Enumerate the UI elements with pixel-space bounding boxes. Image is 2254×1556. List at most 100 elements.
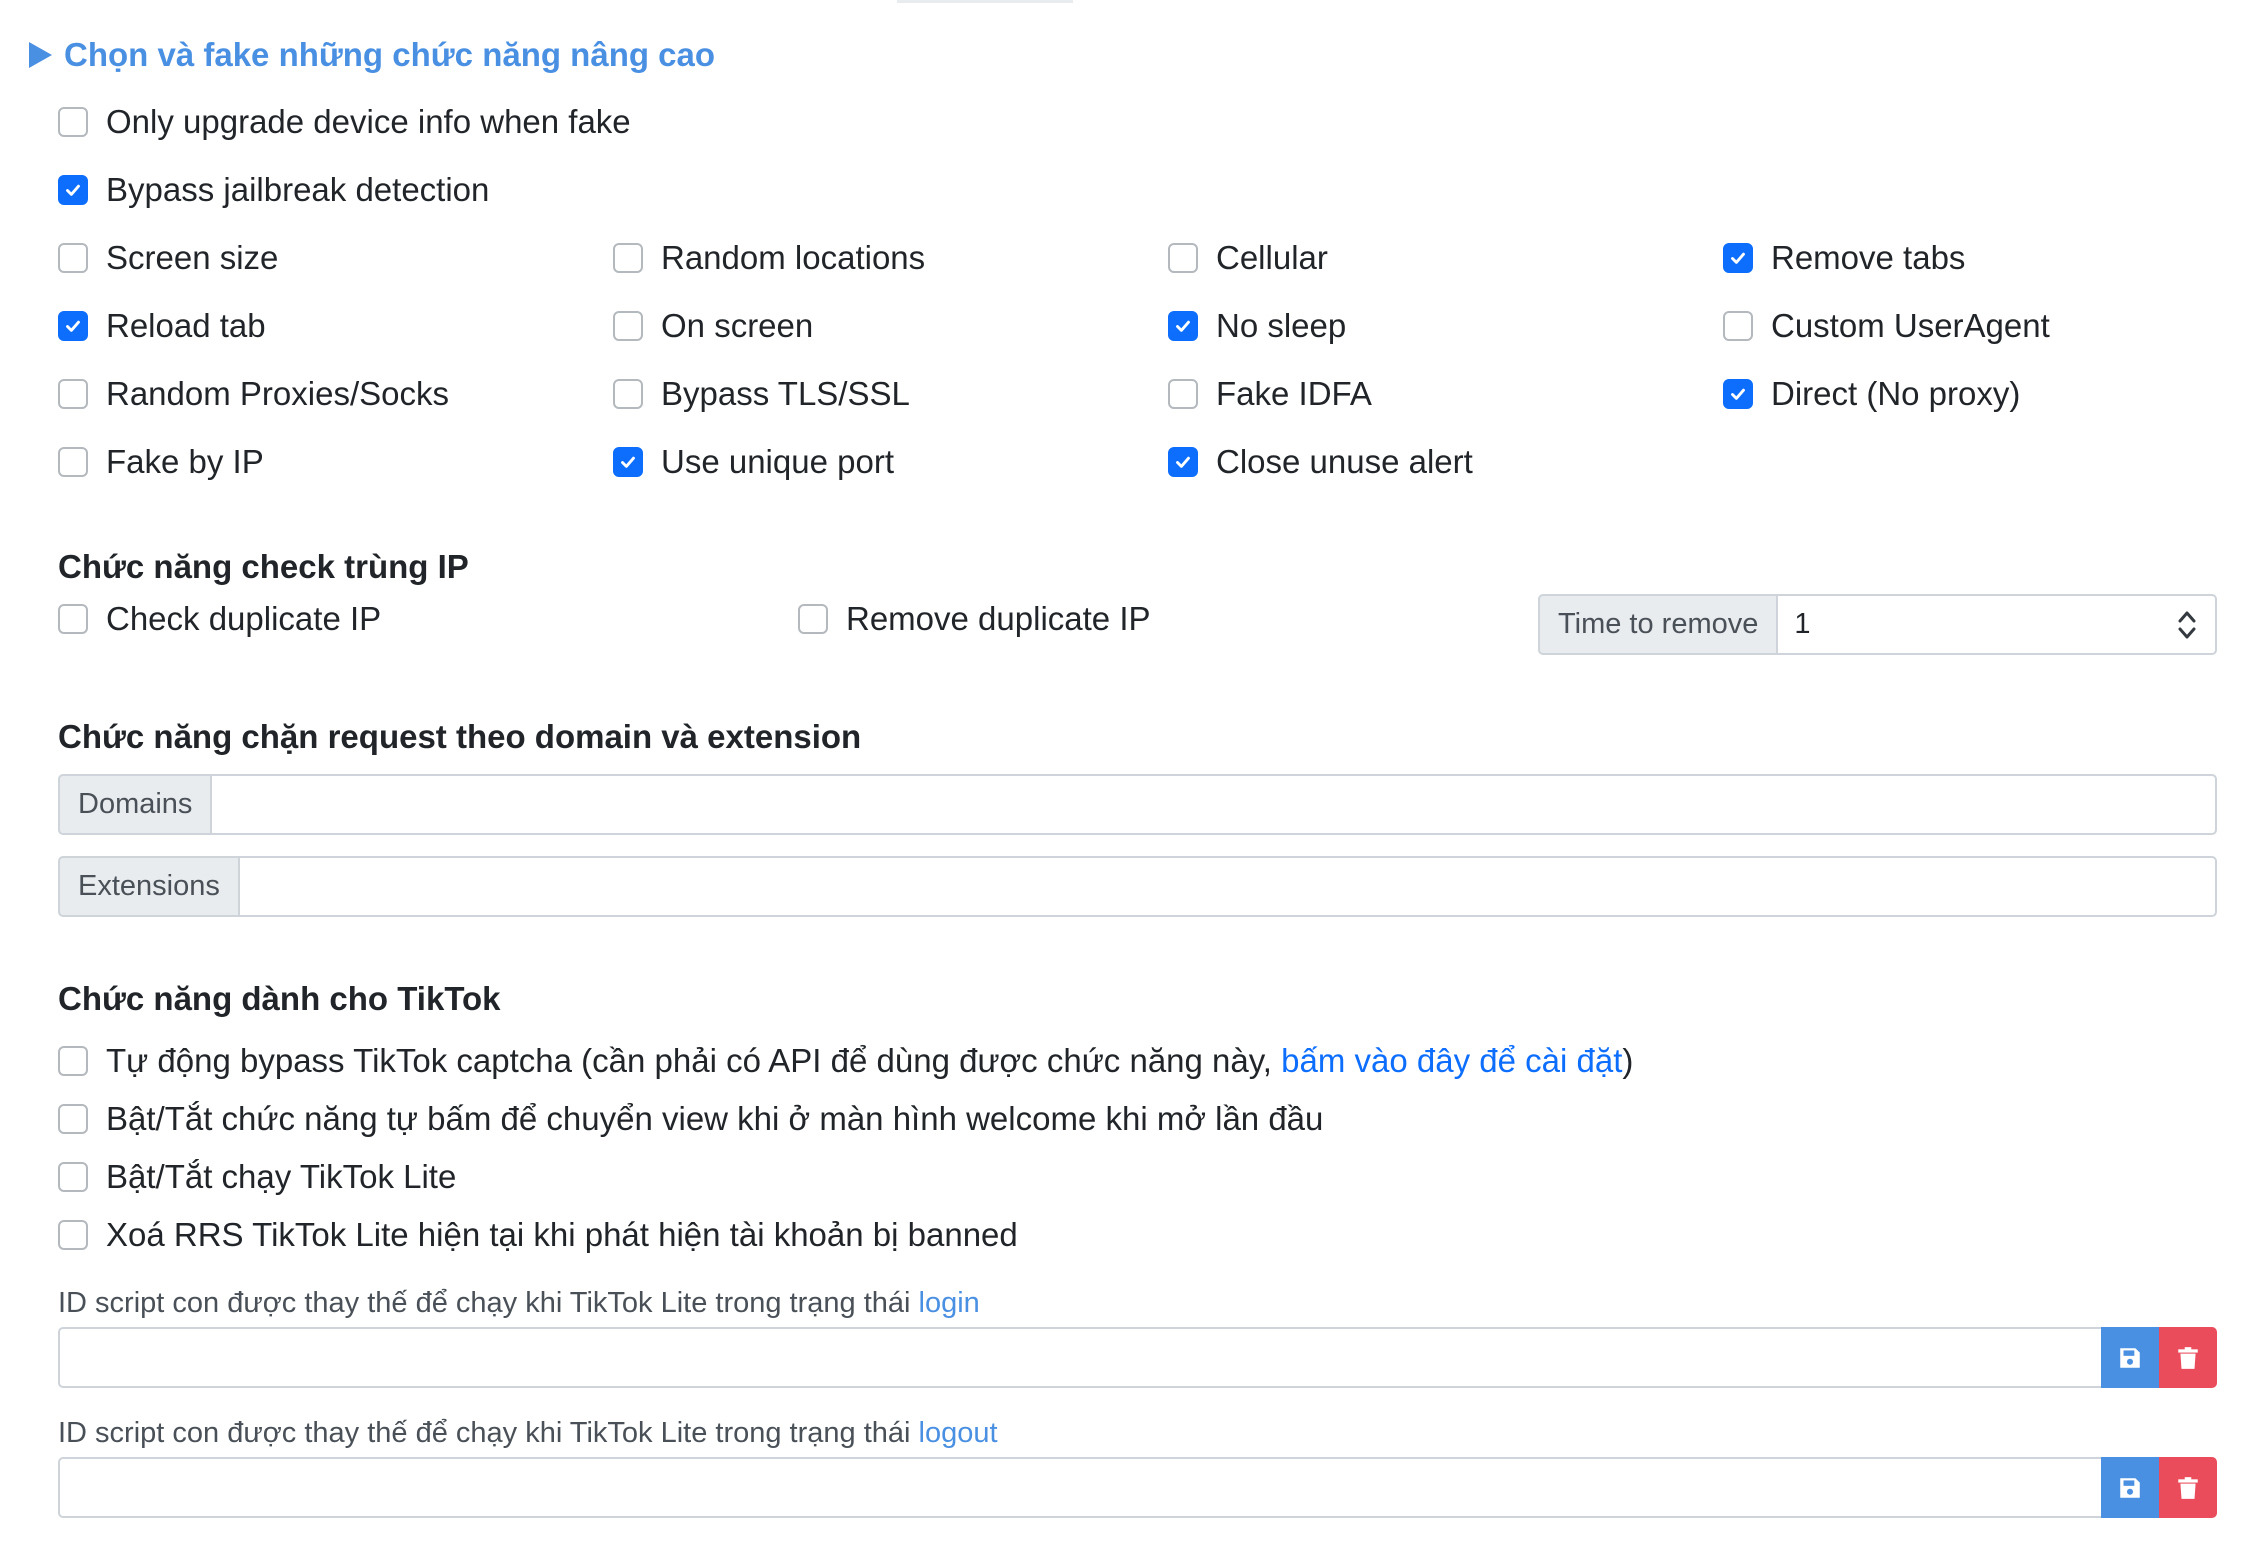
domains-group: Domains	[58, 774, 2217, 835]
check-duplicate-ip[interactable]: Check duplicate IP	[58, 594, 381, 644]
option-label: No sleep	[1216, 307, 1347, 344]
domains-input[interactable]	[210, 774, 2217, 835]
captcha-text: Tự động bypass TikTok captcha (cần phải …	[106, 1042, 1282, 1079]
top-tab-indicator	[897, 0, 1073, 3]
option-only-upgrade-device-info[interactable]: Only upgrade device info when fake	[58, 97, 631, 147]
tiktok-welcome-toggle[interactable]: Bật/Tắt chức năng tự bấm để chuyển view …	[58, 1094, 1323, 1144]
login-script-label: ID script con được thay thế để chạy khi …	[58, 1287, 980, 1320]
floppy-disk-icon	[2120, 1347, 2140, 1368]
option-label: Bật/Tắt chạy TikTok Lite	[106, 1158, 457, 1195]
option-on-screen[interactable]: On screen	[613, 301, 813, 351]
tiktok-delete-rrs[interactable]: Xoá RRS TikTok Lite hiện tại khi phát hi…	[58, 1210, 1018, 1260]
login-delete-button[interactable]	[2159, 1327, 2217, 1388]
option-cellular[interactable]: Cellular	[1168, 233, 1328, 283]
checkbox[interactable]	[58, 311, 88, 341]
checkbox[interactable]	[58, 447, 88, 477]
option-bypass-jailbreak[interactable]: Bypass jailbreak detection	[58, 165, 489, 215]
logout-word: logout	[918, 1417, 998, 1449]
option-label: Bật/Tắt chức năng tự bấm để chuyển view …	[106, 1100, 1324, 1137]
logout-script-group	[58, 1457, 2217, 1518]
option-label: Bypass TLS/SSL	[661, 375, 910, 412]
extensions-label: Extensions	[58, 856, 238, 917]
domains-label: Domains	[58, 774, 211, 835]
option-remove-tabs[interactable]: Remove tabs	[1723, 233, 1965, 283]
checkbox[interactable]	[58, 379, 88, 409]
logout-delete-button[interactable]	[2159, 1457, 2217, 1518]
checkbox[interactable]	[1168, 379, 1198, 409]
option-fake-by-ip[interactable]: Fake by IP	[58, 437, 264, 487]
checkbox[interactable]	[1168, 447, 1198, 477]
option-no-sleep[interactable]: No sleep	[1168, 301, 1346, 351]
tiktok-lite-toggle[interactable]: Bật/Tắt chạy TikTok Lite	[58, 1152, 456, 1202]
option-screen-size[interactable]: Screen size	[58, 233, 278, 283]
floppy-disk-icon	[2120, 1477, 2140, 1498]
option-random-proxies[interactable]: Random Proxies/Socks	[58, 369, 449, 419]
checkbox[interactable]	[58, 1220, 88, 1250]
checkbox[interactable]	[58, 1162, 88, 1192]
option-custom-useragent[interactable]: Custom UserAgent	[1723, 301, 2050, 351]
option-label: Fake IDFA	[1216, 375, 1372, 412]
option-label: Screen size	[106, 239, 279, 276]
logout-save-button[interactable]	[2101, 1457, 2159, 1518]
checkbox[interactable]	[58, 1104, 88, 1134]
checkbox[interactable]	[58, 107, 88, 137]
time-to-remove-value: 1	[1794, 608, 1811, 640]
option-label: On screen	[661, 307, 814, 344]
checkbox[interactable]	[58, 1046, 88, 1076]
up-down-chevron-icon[interactable]	[2177, 608, 2197, 642]
login-script-text: ID script con được thay thế để chạy khi …	[58, 1287, 919, 1319]
extensions-input[interactable]	[237, 856, 2217, 917]
login-save-button[interactable]	[2101, 1327, 2159, 1388]
option-random-locations[interactable]: Random locations	[613, 233, 925, 283]
option-label: Tự động bypass TikTok captcha (cần phải …	[106, 1042, 1633, 1080]
time-to-remove-input[interactable]: 1	[1776, 594, 2217, 655]
option-bypass-tls[interactable]: Bypass TLS/SSL	[613, 369, 910, 419]
option-label: Direct (No proxy)	[1771, 375, 2021, 412]
option-label: Random locations	[661, 239, 926, 276]
triangle-right-icon	[29, 42, 52, 68]
login-script-input[interactable]	[58, 1327, 2101, 1388]
checkbox[interactable]	[1723, 379, 1753, 409]
check-icon	[66, 184, 80, 196]
logout-script-input[interactable]	[58, 1457, 2101, 1518]
option-fake-idfa[interactable]: Fake IDFA	[1168, 369, 1372, 419]
option-close-unuse-alert[interactable]: Close unuse alert	[1168, 437, 1473, 487]
trash-icon	[2178, 1476, 2198, 1499]
check-icon	[1176, 320, 1190, 332]
logout-script-label: ID script con được thay thế để chạy khi …	[58, 1417, 998, 1450]
advanced-fake-section-toggle[interactable]: Chọn và fake những chức năng nâng cao	[29, 30, 715, 80]
check-icon	[66, 320, 80, 332]
option-label: Cellular	[1216, 239, 1328, 276]
checkbox[interactable]	[613, 379, 643, 409]
checkbox[interactable]	[1168, 311, 1198, 341]
check-icon	[621, 456, 635, 468]
login-script-group	[58, 1327, 2217, 1388]
remove-duplicate-ip[interactable]: Remove duplicate IP	[798, 594, 1151, 644]
checkbox[interactable]	[613, 311, 643, 341]
checkbox[interactable]	[58, 243, 88, 273]
time-to-remove-label: Time to remove	[1538, 594, 1777, 655]
captcha-setup-link[interactable]: bấm vào đây để cài đặt	[1281, 1042, 1622, 1079]
check-icon	[1731, 252, 1745, 264]
option-reload-tab[interactable]: Reload tab	[58, 301, 266, 351]
option-label: Use unique port	[661, 443, 894, 480]
checkbox[interactable]	[1723, 311, 1753, 341]
tiktok-heading: Chức năng dành cho TikTok	[58, 980, 501, 1017]
extensions-group: Extensions	[58, 856, 2217, 917]
duplicate-ip-heading: Chức năng check trùng IP	[58, 548, 469, 585]
option-use-unique-port[interactable]: Use unique port	[613, 437, 894, 487]
time-to-remove-group: Time to remove 1	[1538, 594, 2217, 655]
option-label: Only upgrade device info when fake	[106, 103, 631, 140]
option-direct-no-proxy[interactable]: Direct (No proxy)	[1723, 369, 2020, 419]
captcha-suffix: )	[1622, 1042, 1634, 1079]
checkbox[interactable]	[798, 604, 828, 634]
option-label: Close unuse alert	[1216, 443, 1473, 480]
checkbox[interactable]	[1168, 243, 1198, 273]
checkbox[interactable]	[58, 175, 88, 205]
tiktok-auto-captcha[interactable]: Tự động bypass TikTok captcha (cần phải …	[58, 1036, 1633, 1086]
checkbox[interactable]	[58, 604, 88, 634]
checkbox[interactable]	[613, 447, 643, 477]
option-label: Fake by IP	[106, 443, 264, 480]
checkbox[interactable]	[613, 243, 643, 273]
checkbox[interactable]	[1723, 243, 1753, 273]
